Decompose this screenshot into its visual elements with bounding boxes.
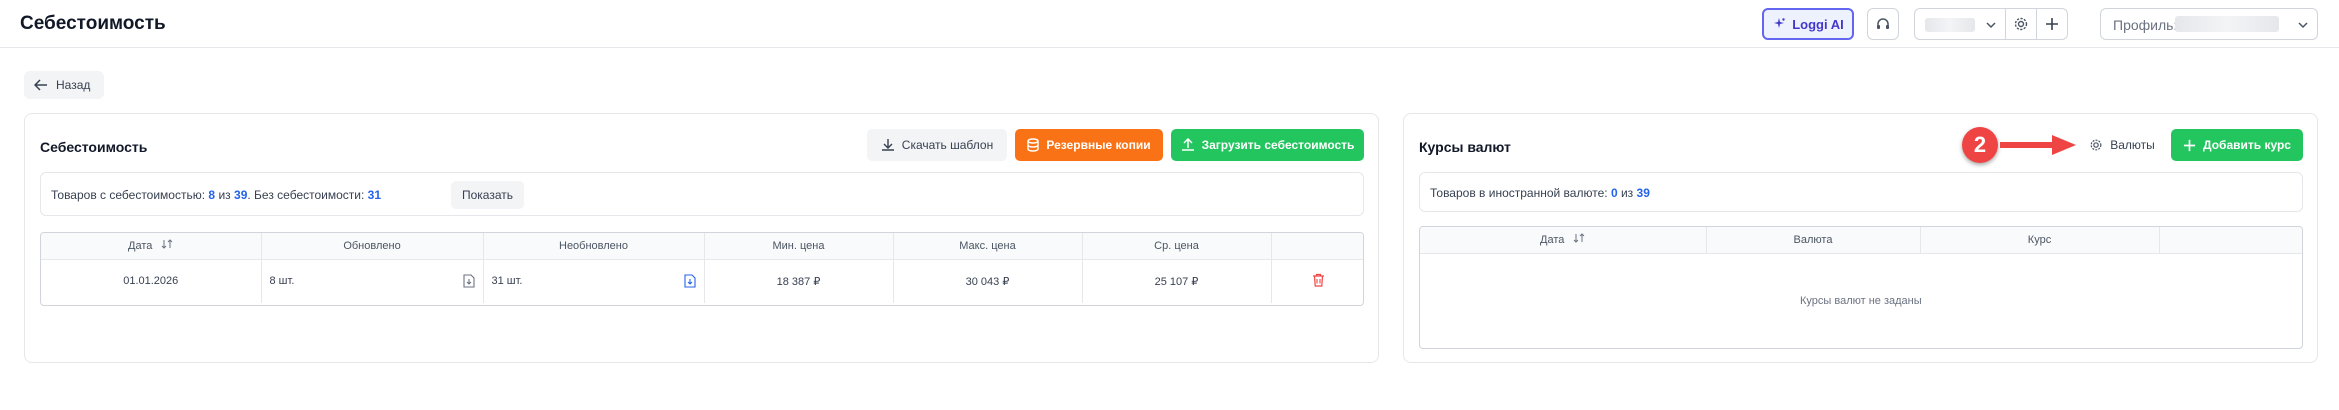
annotation-step-badge: 2 bbox=[1962, 127, 1998, 163]
currencies-label: Валюты bbox=[2110, 138, 2155, 152]
account-select[interactable] bbox=[1914, 8, 2006, 40]
backups-label: Резервные копии bbox=[1046, 138, 1151, 152]
arrow-left-icon bbox=[34, 79, 47, 91]
th-updated: Обновлено bbox=[261, 233, 484, 260]
th-currency: Валюта bbox=[1706, 227, 1921, 254]
currency-stats-prefix: Товаров в иностранной валюте: bbox=[1430, 186, 1608, 200]
th-min-price: Мин. цена bbox=[704, 233, 894, 260]
profile-label: Профиль: bbox=[2113, 17, 2178, 33]
add-account-button[interactable] bbox=[2036, 8, 2068, 40]
headset-icon bbox=[1877, 18, 1889, 29]
support-button[interactable] bbox=[1867, 8, 1899, 40]
cost-table: Дата Обновлено Необновлено Мин. цена Мак… bbox=[41, 233, 1363, 303]
without-label: . Без себестоимости: bbox=[247, 188, 365, 202]
upload-icon bbox=[1181, 138, 1194, 151]
database-icon bbox=[1027, 138, 1040, 152]
plus-icon bbox=[2046, 18, 2058, 30]
top-bar: Себестоимость Loggi AI Профиль: bbox=[0, 0, 2339, 48]
th-currency-date-label: Дата bbox=[1540, 234, 1565, 247]
th-date-label: Дата bbox=[128, 240, 153, 253]
settings-button[interactable] bbox=[2005, 8, 2037, 40]
gear-icon bbox=[2014, 17, 2028, 31]
cost-table-header-row: Дата Обновлено Необновлено Мин. цена Мак… bbox=[41, 233, 1363, 260]
currency-table-header-row: Дата Валюта Курс bbox=[1420, 227, 2302, 254]
upload-cost-button[interactable]: Загрузить себестоимость bbox=[1171, 129, 1364, 161]
annotation-arrow-icon bbox=[2000, 135, 2076, 155]
sort-icon bbox=[1574, 233, 1585, 243]
of-word: из bbox=[1620, 186, 1634, 200]
without-cost-count: 31 bbox=[367, 188, 382, 202]
download-template-label: Скачать шаблон bbox=[901, 138, 994, 152]
foreign-count: 0 bbox=[1610, 186, 1618, 200]
cell-actions bbox=[1271, 259, 1363, 303]
loggi-ai-button[interactable]: Loggi AI bbox=[1762, 8, 1854, 40]
page-title: Себестоимость bbox=[20, 13, 166, 34]
sort-icon bbox=[162, 239, 173, 249]
add-rate-button[interactable]: Добавить курс bbox=[2171, 129, 2303, 161]
cell-not-updated: 31 шт. bbox=[483, 259, 705, 303]
with-cost-count: 8 bbox=[208, 188, 216, 202]
updated-value: 8 шт. bbox=[269, 275, 295, 288]
th-date[interactable]: Дата bbox=[41, 233, 262, 260]
backups-button[interactable]: Резервные копии bbox=[1015, 129, 1163, 161]
cell-avg-price: 25 107 ₽ bbox=[1082, 259, 1272, 303]
currency-stats-text: Товаров в иностранной валюте: 0 из 39 bbox=[1430, 186, 1650, 200]
th-actions bbox=[1271, 233, 1363, 260]
cost-card-title: Себестоимость bbox=[40, 139, 148, 155]
chevron-down-icon bbox=[1986, 22, 1996, 29]
download-icon bbox=[881, 139, 894, 151]
upload-cost-label: Загрузить себестоимость bbox=[1201, 138, 1355, 152]
th-not-updated: Необновлено bbox=[483, 233, 705, 260]
th-currency-actions bbox=[2159, 227, 2302, 254]
add-rate-label: Добавить курс bbox=[2203, 138, 2291, 152]
cell-min-price: 18 387 ₽ bbox=[704, 259, 894, 303]
download-template-button[interactable]: Скачать шаблон bbox=[867, 129, 1007, 161]
total-count: 39 bbox=[1636, 186, 1650, 200]
total-count: 39 bbox=[234, 188, 248, 202]
currency-table-wrap: Дата Валюта Курс Курсы валют не заданы bbox=[1419, 226, 2303, 349]
plus-icon bbox=[2183, 139, 2196, 151]
cost-card: Себестоимость Скачать шаблон Резервные к… bbox=[24, 113, 1379, 363]
profile-select[interactable]: Профиль: bbox=[2100, 8, 2318, 40]
back-button[interactable]: Назад bbox=[24, 71, 104, 99]
th-rate: Курс bbox=[1920, 227, 2160, 254]
show-button[interactable]: Показать bbox=[451, 181, 524, 209]
of-word: из bbox=[218, 188, 231, 202]
sparkle-icon bbox=[1774, 18, 1785, 28]
th-avg-price: Ср. цена bbox=[1082, 233, 1272, 260]
cell-updated: 8 шт. bbox=[261, 259, 484, 303]
gear-icon bbox=[2090, 139, 2102, 151]
th-max-price: Макс. цена bbox=[893, 233, 1083, 260]
cost-stats-box: Товаров с себестоимостью: 8 из 39. Без с… bbox=[40, 172, 1364, 216]
currencies-button[interactable]: Валюты bbox=[2079, 129, 2165, 161]
file-download-icon[interactable] bbox=[462, 274, 475, 288]
back-label: Назад bbox=[56, 78, 91, 92]
blurred-profile-name bbox=[2175, 16, 2279, 32]
stats-prefix: Товаров с себестоимостью: bbox=[51, 188, 206, 202]
cost-table-wrap: Дата Обновлено Необновлено Мин. цена Мак… bbox=[40, 232, 1364, 306]
cost-stats-text: Товаров с себестоимостью: 8 из 39. Без с… bbox=[51, 188, 381, 202]
cell-date: 01.01.2026 bbox=[41, 259, 262, 303]
th-currency-date[interactable]: Дата bbox=[1420, 227, 1707, 254]
loggi-ai-label: Loggi AI bbox=[1792, 16, 1844, 32]
currency-card: Курсы валют Валюты Добавить курс Товаров… bbox=[1403, 113, 2318, 363]
chevron-down-icon bbox=[2298, 22, 2308, 29]
not-updated-value: 31 шт. bbox=[491, 275, 523, 288]
file-download-icon[interactable] bbox=[683, 274, 696, 288]
blurred-account-name bbox=[1925, 18, 1975, 32]
empty-rates-text: Курсы валют не заданы bbox=[1800, 295, 1922, 307]
currency-card-title: Курсы валют bbox=[1419, 139, 1511, 155]
table-row: 01.01.2026 8 шт. 31 шт. 18 387 ₽ 30 043 … bbox=[41, 259, 1363, 303]
currency-table: Дата Валюта Курс bbox=[1420, 227, 2302, 254]
trash-icon[interactable] bbox=[1312, 273, 1325, 287]
cell-max-price: 30 043 ₽ bbox=[893, 259, 1083, 303]
currency-stats-box: Товаров в иностранной валюте: 0 из 39 bbox=[1419, 172, 2303, 212]
